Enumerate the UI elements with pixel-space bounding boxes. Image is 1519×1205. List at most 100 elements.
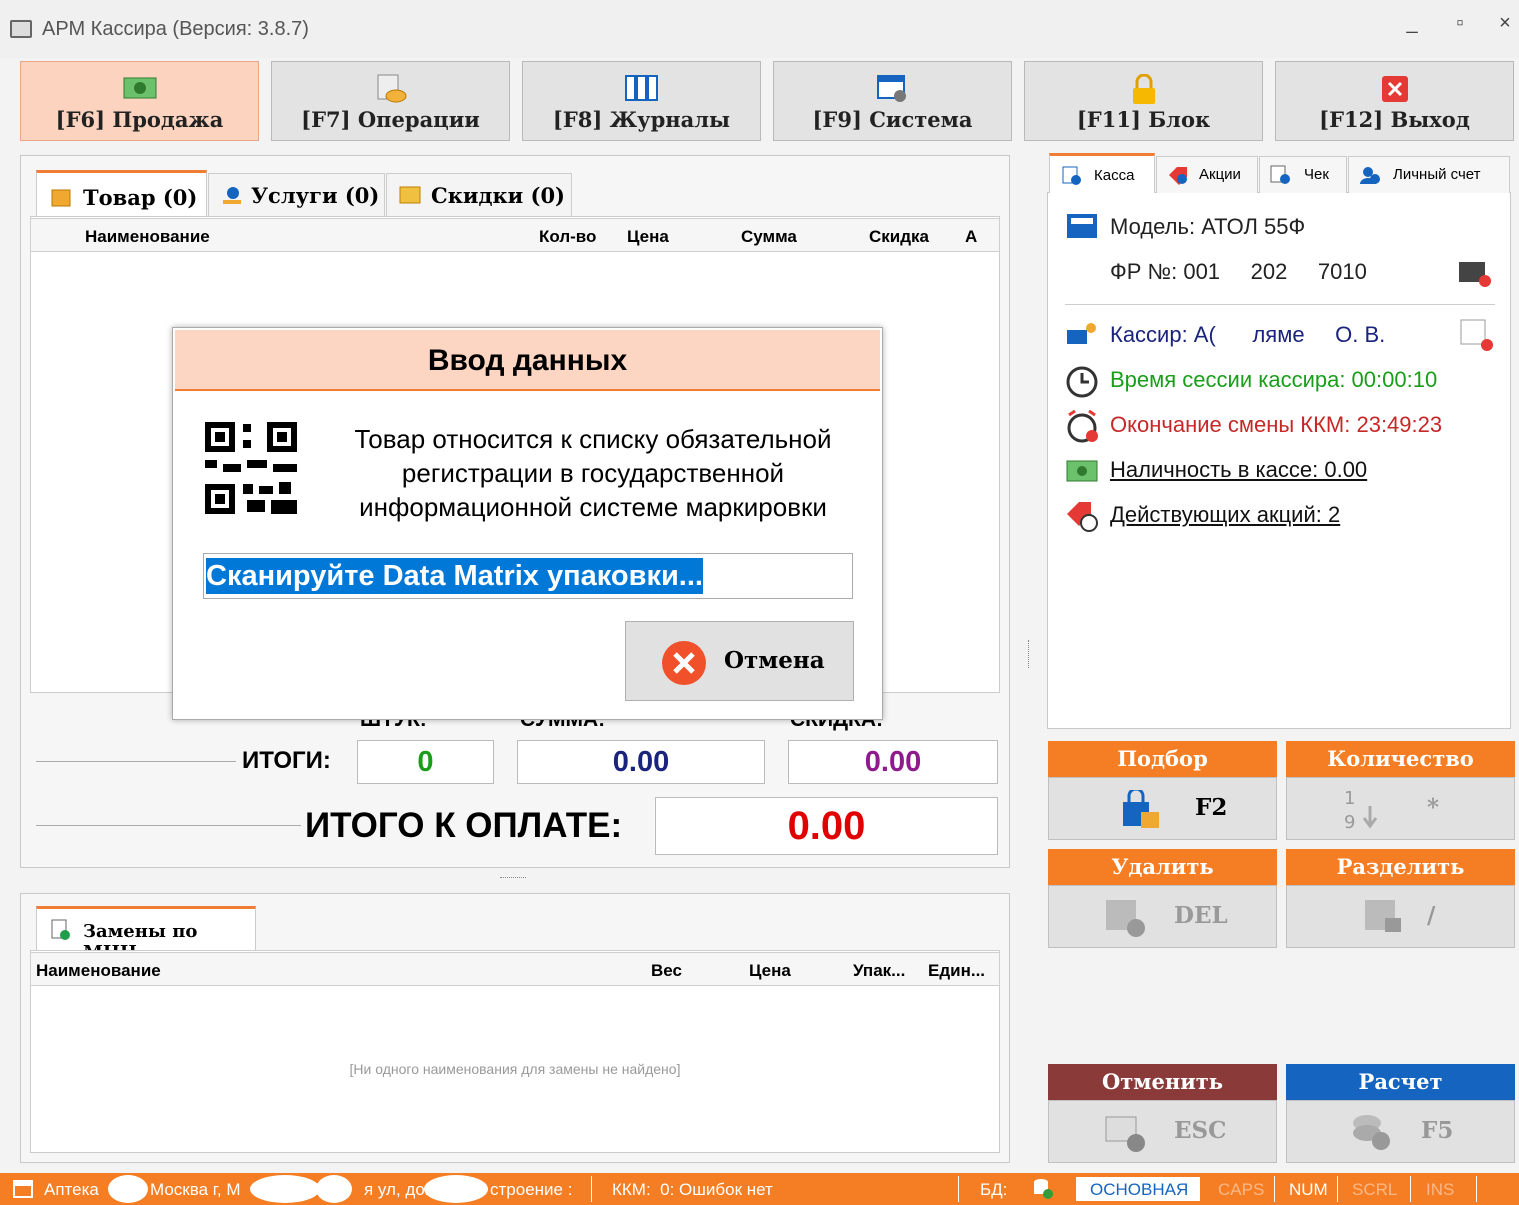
rcol-weight[interactable]: Вес (651, 961, 682, 981)
status-separator (591, 1176, 592, 1202)
status-ins: INS (1426, 1180, 1455, 1199)
block-button[interactable]: [F11] Блок (1024, 61, 1263, 141)
dialog-message-line-2: регистрации в государственной (401, 458, 785, 488)
status-db-name: ОСНОВНАЯ (1090, 1180, 1189, 1199)
svg-text:1: 1 (1344, 788, 1355, 809)
status-bar: Аптека Москва г, М я ул, дом строение : … (0, 1173, 1519, 1205)
certificate-warning-icon (1460, 319, 1493, 351)
status-num: NUM (1289, 1180, 1328, 1199)
quantity-title: Количество (1286, 741, 1515, 777)
split-title: Разделить (1286, 849, 1515, 885)
cash-in-register-link[interactable]: Наличность в кассе: 0.00 (1110, 457, 1367, 483)
rcol-name[interactable]: Наименование (36, 961, 161, 981)
payment-coins-icon (1353, 1115, 1390, 1150)
sale-button[interactable]: [F6] Продажа (20, 61, 259, 141)
shopping-bag-icon (1123, 790, 1159, 828)
rcol-price[interactable]: Цена (749, 961, 791, 981)
window-title: АРМ Кассира (Версия: 3.8.7) (42, 18, 309, 40)
quantity-key: * (1427, 794, 1440, 821)
cancel-receipt-icon (1105, 1116, 1145, 1152)
quantity-button[interactable]: Количество 19 * (1286, 741, 1515, 841)
total-discount: 0.00 (788, 740, 998, 784)
payment-button[interactable]: Расчет F5 (1286, 1064, 1515, 1164)
tab-personal-account[interactable]: Личный счет (1348, 156, 1510, 193)
payment-title: Расчет (1286, 1064, 1515, 1100)
datamatrix-input[interactable]: Сканируйте Data Matrix упаковки... (203, 553, 853, 599)
col-sum[interactable]: Сумма (741, 227, 797, 247)
block-label: [F11] Блок (1076, 107, 1211, 132)
rcol-pack[interactable]: Упак... (853, 961, 905, 981)
dialog-message: Товар относится к списку обязательной ре… (313, 422, 873, 524)
tab-kassa[interactable]: Касса (1049, 153, 1155, 193)
money-icon (123, 77, 156, 99)
redaction-4 (424, 1175, 488, 1203)
col-name[interactable]: Наименование (85, 227, 210, 247)
status-address-part-3: строение : (490, 1180, 573, 1199)
totals-label: ИТОГИ: (242, 747, 331, 774)
cancel-button[interactable]: Отмена (625, 621, 854, 701)
db-name-box: ОСНОВНАЯ (1076, 1177, 1200, 1201)
splitter-handle[interactable] (500, 877, 526, 878)
journals-icon (624, 75, 658, 101)
system-settings-icon (876, 75, 906, 102)
rcol-unit[interactable]: Един... (928, 961, 985, 981)
active-promos-link[interactable]: Действующих акций: 2 (1110, 502, 1340, 528)
cashier-icon (1067, 323, 1096, 344)
replace-empty-text: [Ни одного наименования для замены не на… (349, 1061, 681, 1077)
exit-icon (1381, 76, 1408, 102)
lock-icon (1132, 74, 1155, 104)
services-icon (223, 187, 241, 204)
replace-icon (51, 919, 70, 940)
kassa-icon (1062, 166, 1081, 185)
replace-grid-header: Наименование Вес Цена Упак... Един... (30, 952, 1000, 986)
pay-rule (36, 825, 301, 826)
operations-button[interactable]: [F7] Операции (271, 61, 510, 141)
col-price[interactable]: Цена (627, 227, 669, 247)
status-scrl: SCRL (1352, 1180, 1398, 1199)
journals-label: [F8] Журналы (552, 107, 731, 132)
tab-services[interactable]: Услуги (0) (208, 173, 385, 216)
dialog-message-line-1: Товар относится к списку обязательной (354, 424, 832, 454)
cancel-receipt-button[interactable]: Отменить ESC (1048, 1064, 1277, 1164)
exit-button[interactable]: [F12] Выход (1275, 61, 1514, 141)
cash-register-icon (1067, 214, 1097, 238)
vertical-splitter[interactable] (1028, 640, 1029, 668)
cancel-button-label: Отмена (724, 647, 825, 674)
cancel-x-icon (662, 641, 706, 685)
receipt-icon (1270, 165, 1290, 184)
tab-replacements[interactable]: Замены по МНН (36, 906, 256, 963)
tab-discounts[interactable]: Скидки (0) (386, 173, 572, 216)
tab-goods-label: Товар (0) (83, 185, 198, 210)
journals-button[interactable]: [F8] Журналы (522, 61, 761, 141)
selection-button[interactable]: Подбор F2 (1048, 741, 1277, 841)
title-bar: АРМ Кассира (Версия: 3.8.7) _ ▫ × (0, 0, 1519, 58)
tab-receipt-label: Чек (1304, 166, 1329, 183)
close-window-button[interactable]: × (1485, 12, 1519, 35)
info-divider (1065, 304, 1495, 305)
sort-numeric-icon: 19 (1344, 788, 1378, 832)
tab-goods[interactable]: Товар (0) (36, 170, 207, 216)
dialog-message-line-3: информационной системе маркировки (359, 492, 827, 522)
split-button[interactable]: Разделить / (1286, 849, 1515, 949)
pay-label: ИТОГО К ОПЛАТЕ: (305, 806, 623, 845)
selection-key: F2 (1195, 794, 1228, 821)
cashier-name: Кассир: А( ляме О. В. (1110, 322, 1386, 347)
col-a[interactable]: А (965, 227, 977, 247)
exit-label: [F12] Выход (1319, 107, 1470, 132)
col-qty[interactable]: Кол-во (539, 227, 596, 247)
redaction-1 (108, 1175, 148, 1203)
minimize-button[interactable]: _ (1392, 12, 1432, 35)
delete-button[interactable]: Удалить DEL (1048, 849, 1277, 949)
clock-icon (1066, 366, 1098, 398)
tab-receipt[interactable]: Чек (1259, 156, 1347, 193)
tab-promos[interactable]: Акции (1156, 156, 1258, 193)
col-discount[interactable]: Скидка (869, 227, 929, 247)
discount-icon (399, 186, 421, 204)
tab-personal-account-label: Личный счет (1393, 166, 1481, 183)
cash-icon (1066, 460, 1098, 482)
tab-services-label: Услуги (0) (251, 183, 380, 208)
split-box-icon (1365, 900, 1401, 932)
maximize-button[interactable]: ▫ (1440, 12, 1480, 35)
system-button[interactable]: [F9] Система (773, 61, 1012, 141)
delete-box-icon (1106, 900, 1145, 937)
